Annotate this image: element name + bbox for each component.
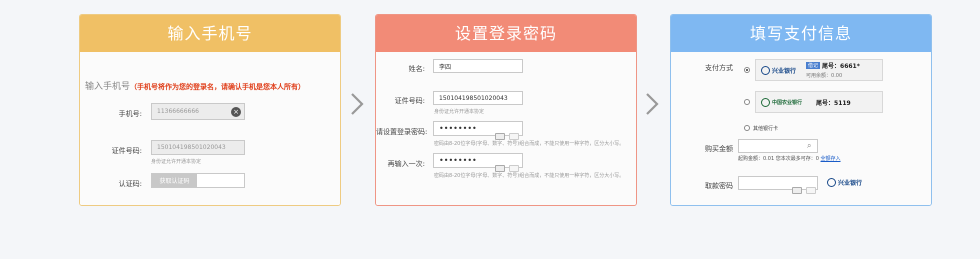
- id-hint: 身份证允许开通本协定: [151, 159, 202, 165]
- bank-logo-icon: 中国农业银行: [761, 97, 802, 107]
- clear-icon[interactable]: ⌕: [807, 141, 811, 151]
- intro-notice: （手机号将作为您的登录名，请确认手机是您本人所有）: [130, 83, 306, 91]
- bank1-radio[interactable]: [744, 67, 750, 73]
- bank-logo-icon: 兴业银行: [761, 65, 796, 75]
- card-type-badge: 借记: [806, 62, 821, 69]
- bank2-tail: 尾号：5119: [816, 99, 851, 107]
- keyboard-icon[interactable]: [806, 179, 816, 198]
- step-card-phone: 输入手机号 输入手机号（手机号将作为您的登录名，请确认手机是您本人所有） 手机号…: [79, 14, 341, 206]
- get-code-button[interactable]: 获取认证码: [152, 174, 197, 187]
- bank-card-1[interactable]: 兴业银行 借记 尾号：6661* 可用余额：0.00: [755, 59, 883, 81]
- intro-text: 输入手机号（手机号将作为您的登录名，请确认手机是您本人所有）: [85, 79, 305, 92]
- amount-label: 购买金额: [705, 145, 733, 153]
- id-label: 证件号码:: [111, 147, 142, 155]
- chevron-right-icon: [645, 92, 659, 116]
- name-input[interactable]: 李四: [433, 59, 523, 73]
- bank1-tail: 尾号：6661*: [822, 63, 860, 70]
- amount-input[interactable]: [738, 139, 818, 153]
- step-title: 设置登录密码: [376, 15, 636, 52]
- code-label: 认证码:: [118, 180, 142, 188]
- amount-hint: 起购金额：0.01 您本次最多可存：0 全额存入: [738, 156, 841, 162]
- deposit-all-link[interactable]: 全额存入: [821, 156, 841, 162]
- other-bank-radio[interactable]: [744, 125, 750, 131]
- step-title: 填写支付信息: [671, 15, 931, 52]
- step-title: 输入手机号: [80, 15, 340, 52]
- phone-label: 手机号:: [118, 110, 142, 118]
- id-input[interactable]: 150104198501020043: [433, 91, 523, 105]
- bank2-radio[interactable]: [744, 99, 750, 105]
- intro-prefix: 输入手机号: [85, 82, 131, 92]
- code-input[interactable]: 获取认证码: [151, 173, 245, 188]
- chevron-right-icon: [350, 92, 364, 116]
- id-label: 证件号码:: [394, 97, 425, 105]
- trade-password-label: 取款密码: [705, 182, 733, 190]
- password-label: 请设置登录密码:: [376, 128, 428, 136]
- password-hint: 密码由8-20位字母(字母、数字、符号)组合而成，不能只使用一种字符，区分大小写…: [434, 141, 625, 147]
- keyboard-icon[interactable]: [792, 179, 802, 198]
- step-card-payment: 填写支付信息 支付方式 兴业银行 借记 尾号：6661* 可用余额：0.00 中…: [670, 14, 932, 206]
- confirm-hint: 密码由8-20位字母(字母、数字、符号)组合而成，不能只使用一种字符，区分大小写…: [434, 173, 625, 179]
- step-card-password: 设置登录密码 姓名: 李四 证件号码: 150104198501020043 身…: [375, 14, 637, 206]
- confirm-label: 再输入一次:: [387, 160, 425, 168]
- payment-method-label: 支付方式: [705, 64, 733, 72]
- name-label: 姓名:: [408, 65, 425, 73]
- bank-card-2[interactable]: 中国农业银行 尾号：5119: [755, 91, 883, 113]
- id-hint: 身份证允许开通本协定: [434, 109, 485, 115]
- clear-icon[interactable]: ×: [231, 107, 241, 117]
- other-bank-label[interactable]: 其他银行卡: [753, 125, 778, 132]
- id-input[interactable]: 150104198501020043: [151, 140, 245, 155]
- bank1-balance: 可用余额：0.00: [806, 73, 843, 79]
- bank-logo-icon: 兴业银行: [827, 178, 862, 187]
